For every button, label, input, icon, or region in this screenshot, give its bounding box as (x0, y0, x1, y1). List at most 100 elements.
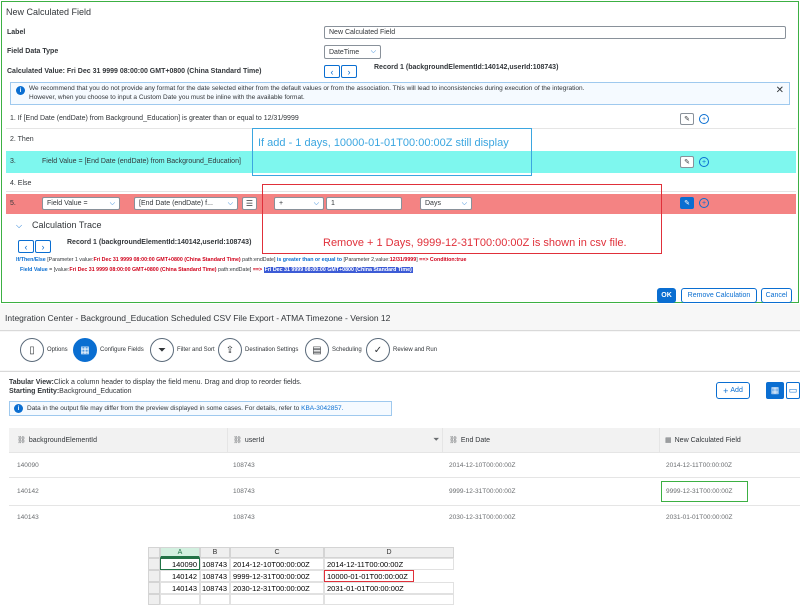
step-configure-fields[interactable]: ▦ Configure Fields (73, 338, 144, 362)
row-number: 3. (10, 158, 16, 165)
step-destination-settings[interactable]: ⇪ Destination Settings (218, 338, 298, 362)
step-label: Destination Settings (245, 347, 299, 353)
data-type-select[interactable]: DateTime ⌵ (324, 45, 381, 59)
filter-icon[interactable]: ⏷ (433, 435, 439, 445)
ok-button[interactable]: OK (657, 288, 676, 303)
next-record-button[interactable]: › (341, 65, 357, 78)
excel-column-header[interactable]: A (160, 547, 200, 558)
column-header-end-date[interactable]: ⛓ End Date (449, 436, 490, 445)
excel-cell[interactable] (160, 594, 200, 605)
trace-text: path:endDate] (216, 267, 253, 273)
excel-cell[interactable]: 108743 (200, 558, 230, 570)
previous-record-button[interactable]: ‹ (324, 65, 340, 78)
edit-icon[interactable]: ✎ (680, 113, 694, 125)
trace-next-button[interactable]: › (35, 240, 51, 253)
excel-cell[interactable]: 2030-12-31T00:00:00Z (230, 582, 324, 594)
step-review-and-run[interactable]: ✓ Review and Run (366, 338, 437, 362)
table-header: ⛓ backgroundElementId ⛓ userId ⏷ ⛓ End Date… (9, 428, 800, 453)
column-header-backgroundElementId[interactable]: ⛓ backgroundElementId (17, 436, 97, 445)
column-separator (227, 428, 228, 453)
chevron-left-icon: ‹ (330, 66, 334, 77)
excel-cell[interactable]: 9999-12-31T00:00:00Z (230, 570, 324, 582)
excel-row-header[interactable] (148, 558, 160, 570)
excel-column-header[interactable]: C (230, 547, 324, 558)
add-field-button[interactable]: + Add (716, 382, 750, 399)
chevron-down-icon: ⌵ (109, 199, 115, 207)
edit-icon[interactable]: ✎ (680, 197, 694, 209)
table-cell: 9999-12-31T00:00:00Z (666, 488, 733, 495)
kba-link[interactable]: KBA-3042857. (301, 405, 343, 412)
list-icon[interactable]: ☰ (242, 197, 257, 210)
column-header-label: userId (244, 436, 265, 444)
table-row[interactable]: 140142 108743 9999-12-31T00:00:00Z 9999-… (9, 478, 800, 506)
excel-cell[interactable]: 140090 (160, 558, 200, 570)
excel-cell[interactable]: 108743 (200, 570, 230, 582)
excel-row-header[interactable] (148, 582, 160, 594)
add-circle-icon[interactable]: + (699, 198, 709, 208)
step-label: Filter and Sort (177, 347, 215, 353)
remove-calculation-button[interactable]: Remove Calculation (681, 288, 757, 303)
table-row[interactable]: 140143 108743 2030-12-31T00:00:00Z 2031-… (9, 506, 800, 528)
excel-cell[interactable] (200, 594, 230, 605)
format-info-message: i We recommend that you do not provide a… (10, 82, 790, 105)
edit-icon[interactable]: ✎ (680, 156, 694, 168)
preview-info-text: Data in the output file may differ from … (27, 405, 343, 412)
excel-sheet: A B C D 140090 108743 2014-12-10T00:00:0… (148, 547, 458, 605)
annotation-box-red: Remove + 1 Days, 9999-12-31T00:00:00Z is… (262, 184, 662, 254)
excel-cell[interactable]: 2014-12-10T00:00:00Z (230, 558, 324, 570)
trace-line-2: Field Value = [value:Fri Dec 31 9999 08:… (20, 267, 413, 273)
info-line-2: However, when you choose to input a Cust… (29, 94, 305, 101)
data-type-value: DateTime (329, 48, 360, 56)
table-cell: 2014-12-10T00:00:00Z (449, 462, 516, 469)
add-circle-icon[interactable]: + (699, 114, 709, 124)
excel-cell[interactable] (230, 594, 324, 605)
excel-corner (148, 547, 160, 558)
field-value-select-text: Field Value = (47, 200, 88, 207)
table-row[interactable]: 140090 108743 2014-12-10T00:00:00Z 2014-… (9, 453, 800, 478)
trace-previous-button[interactable]: ‹ (18, 240, 34, 253)
field-value-select[interactable]: Field Value = ⌵ (42, 197, 120, 210)
rule-row-3-text: Field Value = [End Date (endDate) from B… (42, 158, 241, 165)
add-circle-icon[interactable]: + (699, 157, 709, 167)
chevron-down-icon: ⌵ (370, 48, 376, 55)
excel-cell[interactable]: 140142 (160, 570, 200, 582)
upload-icon: ⇪ (218, 338, 242, 362)
excel-row-header[interactable] (148, 594, 160, 605)
add-button-label: Add (730, 387, 743, 394)
trace-operator: is greater than or equal to (276, 257, 342, 263)
cancel-button[interactable]: Cancel (761, 288, 792, 303)
excel-cell[interactable]: 140143 (160, 582, 200, 594)
info-icon: i (14, 404, 23, 413)
excel-column-header[interactable]: B (200, 547, 230, 558)
excel-cell[interactable]: 2014-12-11T00:00:00Z (324, 558, 454, 570)
list-view-toggle[interactable]: ▭ (786, 382, 800, 399)
grid-view-toggle[interactable]: ▦ (766, 382, 784, 399)
checkmark-icon: ✓ (366, 338, 390, 362)
step-scheduling[interactable]: ▤ Scheduling (305, 338, 362, 362)
excel-column-header[interactable]: D (324, 547, 454, 558)
collapse-chevron-icon[interactable]: ⌵ (16, 221, 22, 231)
excel-row-header[interactable] (148, 570, 160, 582)
filter-icon: ⏷ (150, 338, 174, 362)
step-filter-and-sort[interactable]: ⏷ Filter and Sort (150, 338, 215, 362)
step-options[interactable]: ▯ Options (20, 338, 68, 362)
info-line-1: We recommend that you do not provide any… (29, 85, 585, 92)
source-field-select[interactable]: [End Date (endDate) f... ⌵ (134, 197, 238, 210)
chevron-down-icon: ⌵ (227, 199, 233, 207)
excel-cell[interactable] (324, 594, 454, 605)
trace-value: 12/31/9999 (389, 257, 417, 263)
column-header-new-calculated-field[interactable]: ▦ New Calculated Field (665, 436, 741, 445)
close-icon[interactable]: ✕ (776, 85, 784, 96)
step-label: Review and Run (393, 347, 438, 353)
chevron-right-icon: › (41, 241, 45, 252)
label-input[interactable]: New Calculated Field (324, 26, 786, 39)
trace-text: [Parameter 2,value: (341, 257, 390, 263)
trace-arrow: ==> (252, 267, 263, 273)
excel-cell[interactable]: 2031-01-01T00:00:00Z (324, 582, 454, 594)
excel-cell[interactable]: 108743 (200, 582, 230, 594)
column-header-userId[interactable]: ⛓ userId (233, 436, 265, 445)
trace-result-highlight: Fri Dec 31 9999 08:00:00 GMT+0800 (China… (263, 267, 413, 273)
excel-cell-highlighted[interactable]: 10000-01-01T00:00:00Z (324, 570, 414, 582)
calculation-trace-title: Calculation Trace (32, 220, 102, 230)
trace-value: Fri Dec 31 9999 08:00:00 GMT+0800 (China… (93, 257, 241, 263)
